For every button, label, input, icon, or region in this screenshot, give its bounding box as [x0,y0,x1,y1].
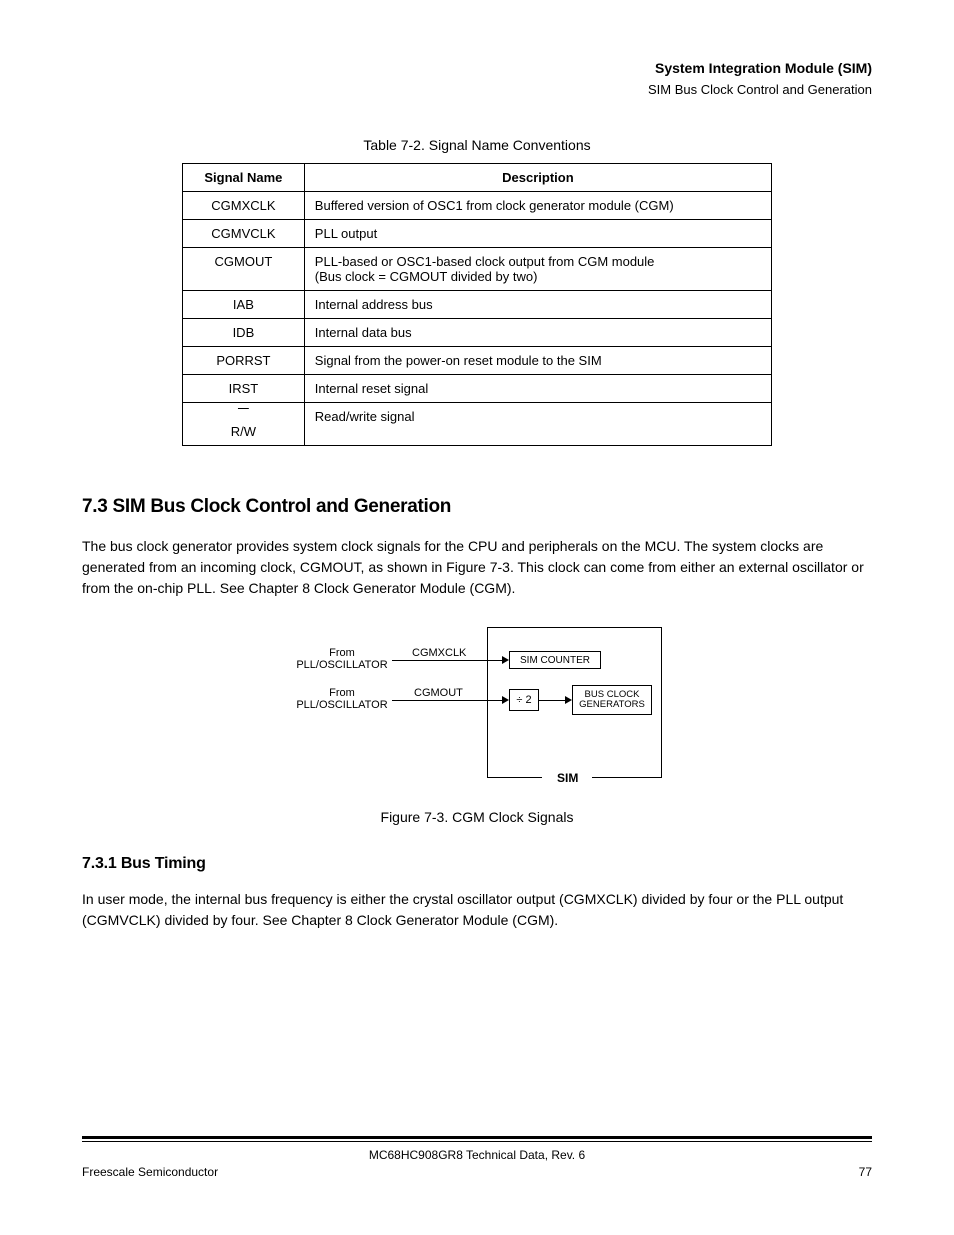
col-header-signal: Signal Name [183,164,305,192]
sim-label: SIM [557,771,578,785]
desc-cell: Internal reset signal [304,375,771,403]
cgmxclk-arrow-icon [502,656,509,664]
cgmout-label: CGMOUT [414,687,463,699]
signal-cell: IAB [183,291,305,319]
from-label-1: FromPLL/OSCILLATOR [292,647,392,671]
sim-counter-box: SIM COUNTER [509,651,601,669]
page-header-subtitle: SIM Bus Clock Control and Generation [82,82,872,97]
footer-doc-title: MC68HC908GR8 Technical Data, Rev. 6 [82,1148,872,1162]
footer-page-number: 77 [859,1165,872,1179]
desc-cell: PLL-based or OSC1-based clock output fro… [304,248,771,291]
div2-to-gen-arrow-icon [565,696,572,704]
table-row: IAB Internal address bus [183,291,772,319]
page-header-section: System Integration Module (SIM) [82,60,872,76]
signal-cell: IDB [183,319,305,347]
footer-rule-thin [82,1141,872,1142]
table-row: R/W Read/write signal [183,403,772,446]
sim-bottom-left [487,777,542,778]
figure-7-3: SIM FromPLL/OSCILLATOR CGMXCLK SIM COUNT… [82,627,872,797]
desc-cell: Buffered version of OSC1 from clock gene… [304,192,771,220]
table-row: IDB Internal data bus [183,319,772,347]
desc-cell: PLL output [304,220,771,248]
signal-cell: R/W [183,403,305,446]
page-footer: MC68HC908GR8 Technical Data, Rev. 6 Free… [82,1136,872,1179]
signal-cell: IRST [183,375,305,403]
signal-table: Signal Name Description CGMXCLK Buffered… [182,163,772,446]
from-label-2: FromPLL/OSCILLATOR [292,687,392,711]
footer-rule-thick [82,1136,872,1139]
col-header-desc: Description [304,164,771,192]
desc-cell: Read/write signal [304,403,771,446]
sim-bottom-right [592,777,662,778]
rw-label: R/W [231,424,256,439]
cgmout-line [392,700,504,701]
signal-cell: CGMVCLK [183,220,305,248]
desc-cell: Internal data bus [304,319,771,347]
signal-cell: PORRST [183,347,305,375]
cgmxclk-label: CGMXCLK [412,647,466,659]
section-7-3-heading: 7.3 SIM Bus Clock Control and Generation [82,496,872,518]
table-row: CGMVCLK PLL output [183,220,772,248]
table-title: Table 7-2. Signal Name Conventions [82,137,872,153]
table-header-row: Signal Name Description [183,164,772,192]
desc-cell: Internal address bus [304,291,771,319]
table-row: CGMOUT PLL-based or OSC1-based clock out… [183,248,772,291]
table-row: CGMXCLK Buffered version of OSC1 from cl… [183,192,772,220]
div2-to-gen-line [539,700,567,701]
signal-cell: CGMOUT [183,248,305,291]
figure-7-3-caption: Figure 7-3. CGM Clock Signals [82,809,872,825]
table-row: PORRST Signal from the power-on reset mo… [183,347,772,375]
footer-company: Freescale Semiconductor [82,1165,218,1179]
desc-cell: Signal from the power-on reset module to… [304,347,771,375]
section-7-3-paragraph: The bus clock generator provides system … [82,536,872,599]
table-row: IRST Internal reset signal [183,375,772,403]
bus-clock-gen-box: BUS CLOCKGENERATORS [572,685,652,715]
section-7-3-1-heading: 7.3.1 Bus Timing [82,855,872,873]
signal-cell: CGMXCLK [183,192,305,220]
section-7-3-1-paragraph: In user mode, the internal bus frequency… [82,889,872,931]
cgmxclk-line [392,660,504,661]
cgmout-arrow-icon [502,696,509,704]
div-2-box: ÷ 2 [509,689,539,711]
